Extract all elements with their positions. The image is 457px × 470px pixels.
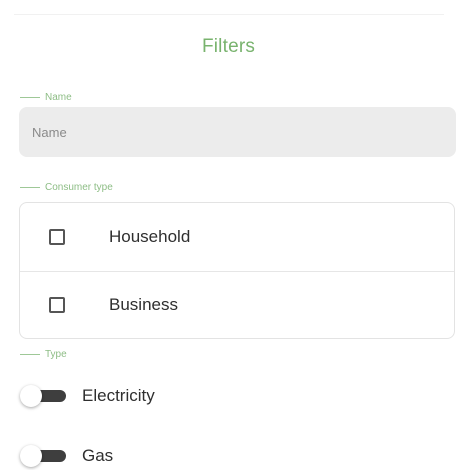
filters-title: Filters bbox=[201, 36, 256, 57]
gas-toggle-row[interactable]: Gas bbox=[20, 442, 113, 470]
name-section-label-text: Name bbox=[45, 91, 72, 103]
name-input[interactable] bbox=[19, 107, 456, 157]
gas-label: Gas bbox=[82, 446, 114, 465]
electricity-toggle-row[interactable]: Electricity bbox=[20, 382, 155, 410]
gas-switch[interactable] bbox=[20, 445, 68, 467]
type-section-label: Type bbox=[20, 347, 67, 361]
business-label: Business bbox=[109, 295, 178, 314]
label-dash bbox=[20, 353, 40, 355]
top-divider bbox=[14, 14, 444, 15]
switch-thumb[interactable] bbox=[20, 445, 42, 467]
name-section-label: Name bbox=[20, 90, 72, 104]
label-dash bbox=[20, 186, 40, 188]
electricity-switch[interactable] bbox=[20, 385, 68, 407]
household-option[interactable]: Household bbox=[20, 203, 454, 272]
household-label: Household bbox=[109, 227, 191, 246]
type-section-label-text: Type bbox=[45, 348, 67, 360]
household-checkbox[interactable] bbox=[49, 229, 65, 245]
business-option[interactable]: Business bbox=[20, 271, 454, 339]
switch-thumb[interactable] bbox=[20, 385, 42, 407]
consumer-type-options: Household Business bbox=[19, 202, 455, 339]
electricity-label: Electricity bbox=[82, 386, 155, 405]
business-checkbox[interactable] bbox=[49, 297, 65, 313]
consumer-type-section-label: Consumer type bbox=[20, 180, 113, 194]
label-dash bbox=[20, 96, 40, 98]
consumer-type-section-label-text: Consumer type bbox=[45, 181, 113, 193]
